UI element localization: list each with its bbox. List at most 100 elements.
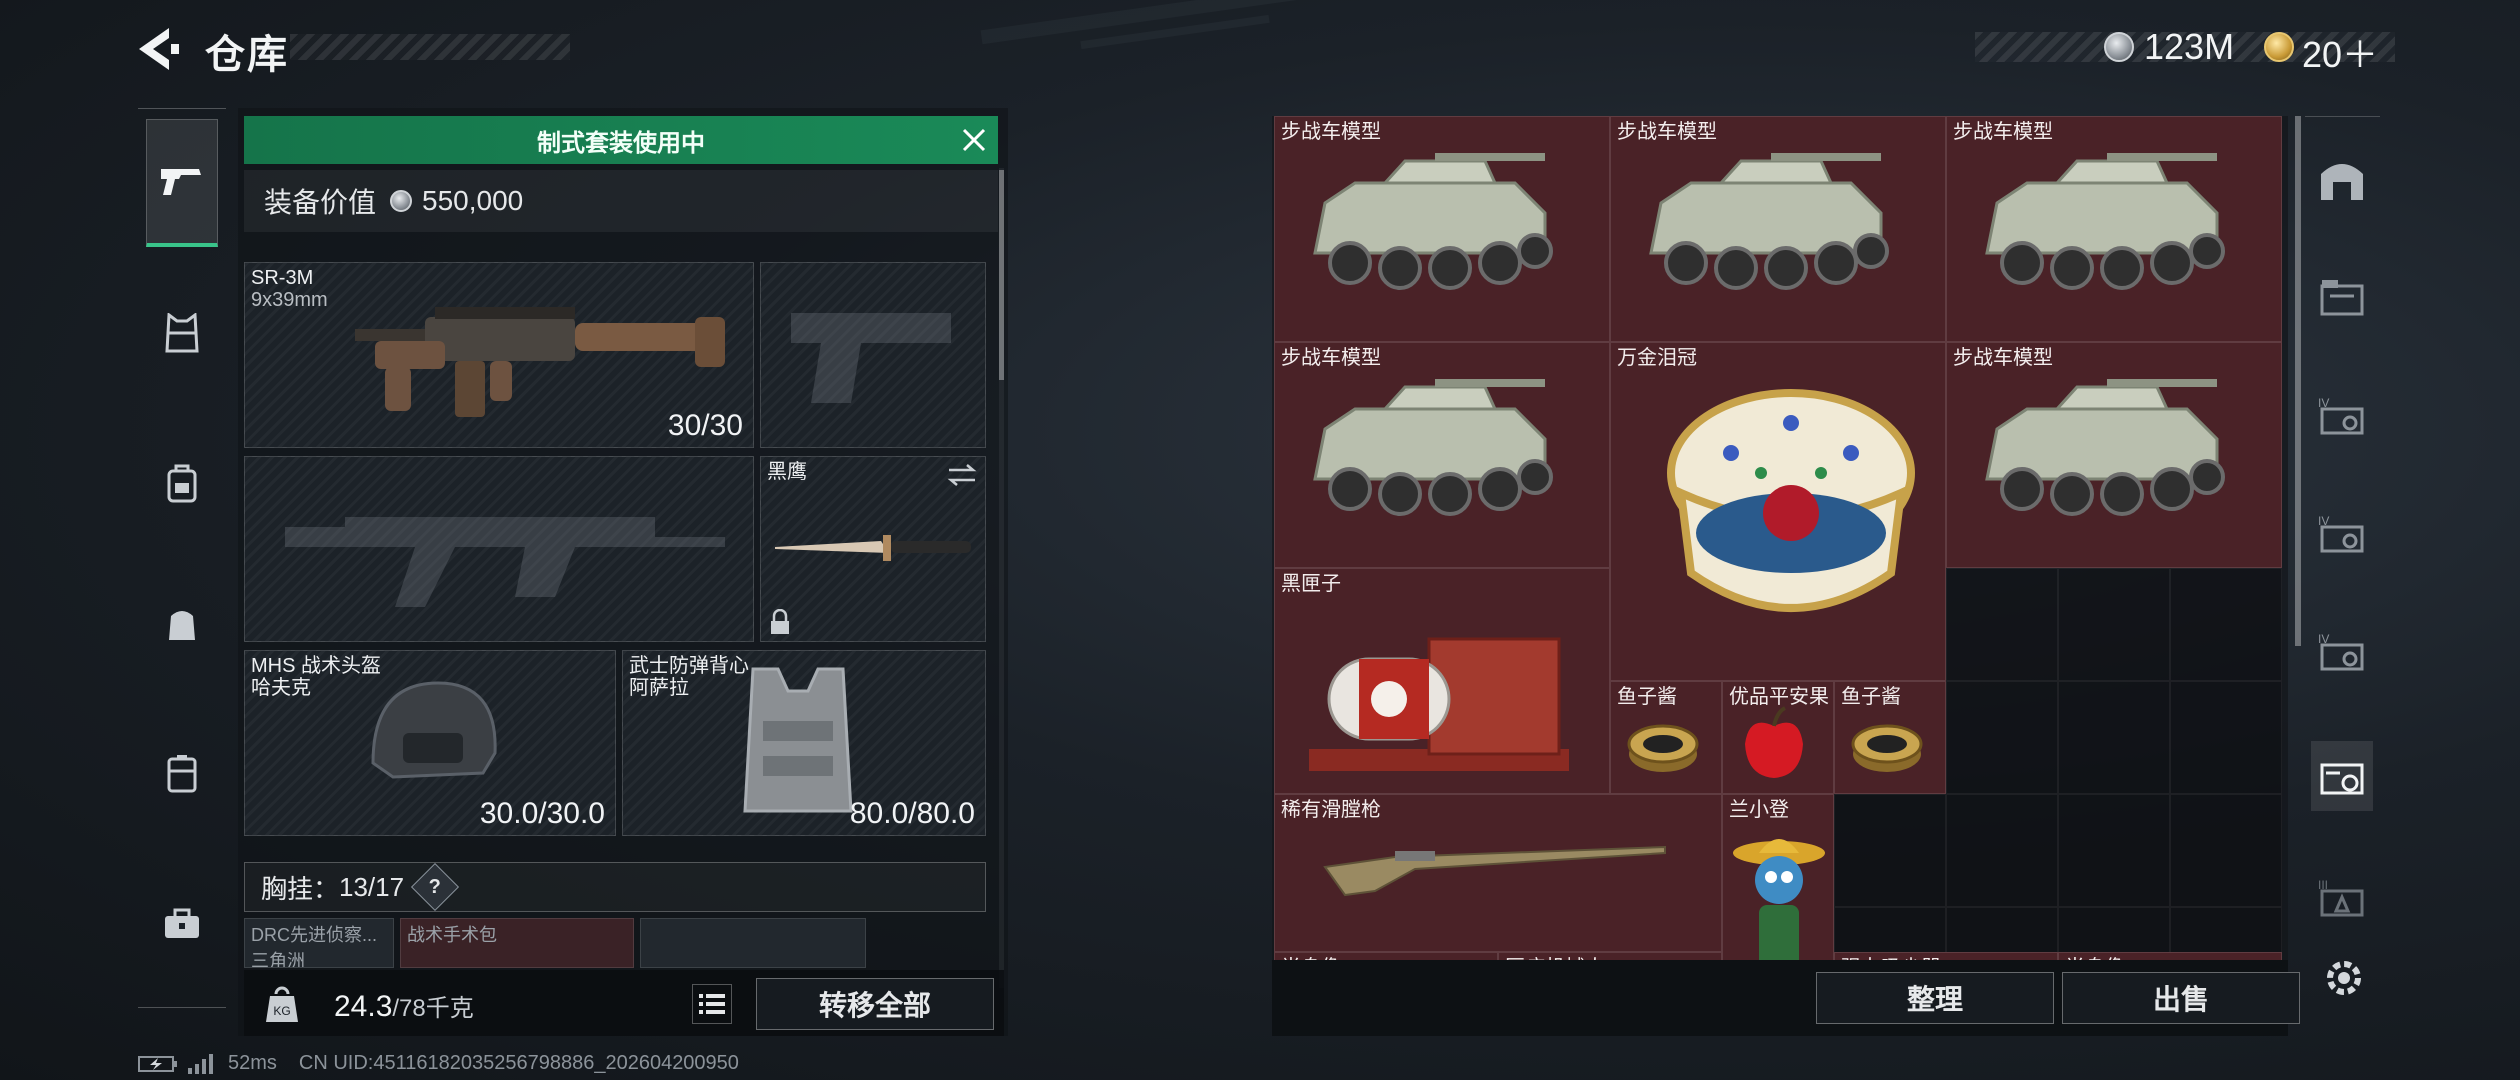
primary-weapon-slot[interactable]: SR-3M 9x39mm 30/30 [244,262,754,448]
nav-toolbox[interactable] [146,879,218,967]
warehouse-item-name: 鱼子酱 [1841,686,1901,708]
egg-icon [1641,363,1941,668]
warehouse-item[interactable]: 步战车模型 [1274,116,1610,342]
melee-slot[interactable]: 黑鹰 [760,456,986,642]
warehouse-item[interactable]: 医疗机械人 [1498,952,1722,960]
list-icon [699,994,725,1014]
armor-brand: 阿萨拉 [629,677,689,699]
banner-text: 制式套装使用中 [537,129,705,157]
warehouse-item-name: 步战车模型 [1953,347,2053,369]
warehouse-tab-nav: IV IV IV III [2305,116,2380,986]
warehouse-item[interactable]: 鱼子酱 [1834,681,1946,794]
secondary-weapon-slot[interactable] [244,456,754,642]
signal-icon [188,1053,213,1074]
lock-icon [771,609,789,634]
warehouse-item[interactable]: 强力吸尘器 [1834,952,2058,960]
warehouse-item[interactable]: 万金泪冠 [1610,342,1946,681]
loadout-scrollbar-thumb[interactable] [999,170,1004,380]
warehouse-item[interactable]: 兰小登 [1722,794,1834,960]
helmet-durability: 30.0/30.0 [479,797,605,830]
warehouse-item-name: 黑匣子 [1281,573,1341,595]
warehouse-tab-3[interactable]: IV [2311,379,2373,449]
warehouse-item[interactable]: 半身像 [1274,952,1498,960]
warehouse-item-name: 强力吸尘器 [1841,957,1941,960]
weight-current: 24.3 [334,990,393,1023]
grid-cell[interactable] [1834,794,1946,907]
warehouse-tab-main[interactable] [2311,145,2373,215]
nav-backpack[interactable] [146,439,218,527]
warehouse-item-name: 半身像 [1281,957,1341,960]
back-arrow-icon[interactable] [135,26,183,72]
warehouse-item[interactable]: 半身像 [2058,952,2282,960]
warehouse-tab-4[interactable]: IV [2311,497,2373,567]
page-title: 仓库 [205,33,289,77]
silver-coin-icon [2104,32,2134,62]
gold-currency-value[interactable]: 20＋ [2302,26,2378,78]
figure-icon [1729,825,1829,960]
silver-currency-value: 123M [2144,26,2235,67]
backpack-icon [167,464,197,503]
grid-cell[interactable] [2058,681,2170,794]
chest-rig-mini-slot-2[interactable]: 战术手术包 [400,918,634,968]
warehouse-item[interactable]: 稀有滑膛枪 [1274,794,1722,953]
ping-readout: 52ms [228,1052,277,1074]
storage-box-icon: IV [2318,632,2364,671]
transfer-all-button[interactable]: 转移全部 [756,978,994,1030]
warehouse-scrollbar[interactable] [2295,116,2301,646]
warehouse-item-name: 医疗机械人 [1505,957,1605,960]
warehouse-item[interactable]: 步战车模型 [1610,116,1946,342]
ifv-icon [1631,143,1901,318]
help-icon[interactable]: ? [411,862,460,912]
nav-chest-rig[interactable] [146,289,218,377]
list-view-button[interactable] [692,984,732,1024]
chest-rig-mini-slot-3[interactable] [640,918,866,968]
warehouse-item[interactable]: 优品平安果 [1722,681,1834,794]
grid-cell[interactable] [2058,568,2170,681]
sort-button[interactable]: 整理 [1816,972,2054,1024]
warehouse-item[interactable]: 鱼子酱 [1610,681,1722,794]
grid-cell[interactable] [2170,568,2282,681]
title-stripe [290,34,570,60]
warehouse-tab-5[interactable]: IV [2311,615,2373,685]
chest-rig-label: 胸挂： [261,873,340,904]
nav-weapon[interactable] [146,119,218,247]
armor-slot[interactable]: 武士防弹背心 阿萨拉 80.0/80.0 [622,650,986,836]
close-icon[interactable] [960,126,988,154]
grid-cell[interactable] [2170,794,2282,907]
sell-button[interactable]: 出售 [2062,972,2300,1024]
nav-case[interactable] [146,729,218,817]
primary-weapon-name: SR-3M [251,267,314,289]
armor-vest-icon [743,667,853,813]
settings-gear-icon[interactable] [2318,952,2370,1004]
grid-cell[interactable] [1946,568,2058,681]
mini-slot-1-label: DRC先进侦察... [251,925,377,945]
warehouse-item-name: 步战车模型 [1281,121,1381,143]
swap-icon[interactable] [947,463,977,487]
grid-cell[interactable] [2170,681,2282,794]
warehouse-tab-7[interactable]: III [2311,861,2373,931]
grid-cell[interactable] [1946,794,2058,907]
warehouse-item[interactable]: 步战车模型 [1274,342,1610,568]
warehouse-item[interactable]: 步战车模型 [1946,342,2282,568]
silver-coin-icon [390,190,413,212]
warehouse-grid: 步战车模型 步战车模型 步战车模型 步战车模型 万金泪冠 步战车模型 黑匣子 鱼子酱 优品平安果… [1272,116,2288,960]
user-id: CN UID:45116182035256798886_202604200950 [298,1052,739,1074]
chest-rig-mini-slot-1[interactable]: DRC先进侦察... 三角洲 [244,918,394,968]
warehouse-item[interactable]: 步战车模型 [1946,116,2282,342]
warehouse-item[interactable]: 黑匣子 [1274,568,1610,794]
nav-pouch[interactable] [146,579,218,667]
case-icon [167,755,197,793]
storage-box-icon: IV [2318,514,2364,553]
storage-box-icon: III [2318,878,2364,917]
equipment-category-nav [138,108,226,1008]
apple-icon [1739,706,1809,787]
warehouse-item-name: 半身像 [2065,957,2125,960]
helmet-slot[interactable]: MHS 战术头盔 哈夫克 30.0/30.0 [244,650,616,836]
grid-cell[interactable] [1946,681,2058,794]
sidearm-slot[interactable] [760,262,986,448]
warehouse-tab-6-active[interactable] [2311,741,2373,811]
primary-weapon-caliber: 9x39mm [251,289,328,311]
warehouse-tab-2[interactable] [2311,261,2373,331]
toolbox-icon [165,908,199,938]
grid-cell[interactable] [2058,794,2170,907]
